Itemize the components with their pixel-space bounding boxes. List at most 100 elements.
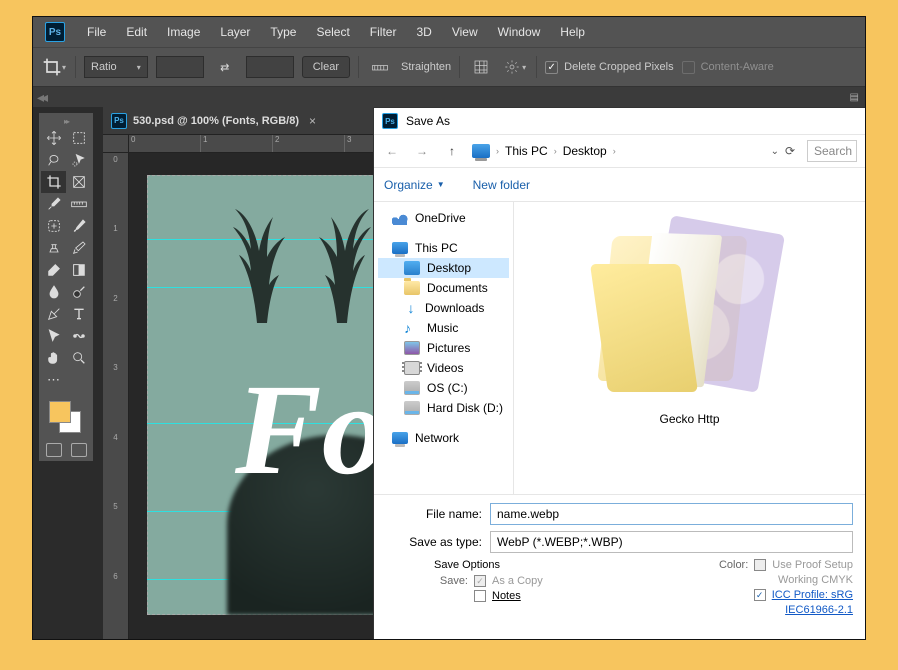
as-copy-label: As a Copy — [492, 575, 543, 587]
eraser-tool[interactable] — [41, 259, 66, 281]
pen-tool[interactable] — [41, 303, 66, 325]
menu-help[interactable]: Help — [550, 17, 595, 47]
clear-button[interactable]: Clear — [302, 56, 350, 78]
rect-marquee-tool[interactable] — [66, 127, 91, 149]
content-aware-label: Content-Aware — [701, 61, 774, 73]
organize-menu[interactable]: Organize ▼ — [384, 178, 445, 192]
pc-icon — [392, 242, 408, 254]
move-tool[interactable] — [41, 127, 66, 149]
filename-input[interactable]: name.webp — [490, 503, 853, 525]
tree-pictures[interactable]: Pictures — [378, 338, 509, 358]
crop-height-input[interactable] — [246, 56, 294, 78]
artwork-text: Fo — [235, 365, 387, 495]
proof-label: Use Proof Setup — [772, 559, 853, 571]
menu-file[interactable]: File — [77, 17, 116, 47]
ratio-dropdown[interactable]: Ratio▾ — [84, 56, 148, 78]
dialog-body: OneDrive This PC Desktop Documents ↓Down… — [374, 202, 865, 494]
crop-tool-preset-icon[interactable]: ▾ — [41, 54, 67, 80]
tree-downloads[interactable]: ↓Downloads — [378, 298, 509, 318]
healing-brush-tool[interactable] — [41, 215, 66, 237]
history-brush-tool[interactable] — [66, 237, 91, 259]
crop-width-input[interactable] — [156, 56, 204, 78]
close-tab-icon[interactable]: × — [309, 114, 316, 128]
foreground-color[interactable] — [49, 401, 71, 423]
hand-tool[interactable] — [41, 347, 66, 369]
overlay-options-icon[interactable] — [468, 54, 494, 80]
breadcrumb[interactable]: › This PC › Desktop › — [472, 144, 761, 158]
folder-contents[interactable]: Gecko Http — [514, 202, 865, 494]
brush-tool[interactable] — [66, 215, 91, 237]
menu-type[interactable]: Type — [260, 17, 306, 47]
lasso-tool[interactable] — [41, 149, 66, 171]
delete-cropped-checkbox[interactable]: ✓Delete Cropped Pixels — [545, 61, 673, 74]
menu-filter[interactable]: Filter — [360, 17, 407, 47]
chevron-down-icon: ▼ — [437, 180, 445, 189]
folder-item[interactable] — [595, 216, 785, 406]
tree-osc[interactable]: OS (C:) — [378, 378, 509, 398]
icc-profile-link[interactable]: ICC Profile: sRG — [772, 589, 853, 601]
toolbox-grip-icon[interactable]: ▸▸ — [41, 117, 91, 127]
menu-layer[interactable]: Layer — [210, 17, 260, 47]
ruler-vertical[interactable]: 0 1 2 3 4 5 6 — [103, 153, 129, 639]
color-swatches[interactable] — [41, 399, 91, 439]
crumb-dropdown-icon[interactable]: ⌄ — [771, 146, 779, 157]
icc-checkbox[interactable]: ✓ — [754, 589, 766, 601]
tree-desktop[interactable]: Desktop — [378, 258, 509, 278]
ruler-tick: 2 — [113, 292, 117, 361]
notes-checkbox[interactable] — [474, 590, 486, 602]
shape-tool[interactable] — [66, 325, 91, 347]
ruler-tool[interactable] — [66, 193, 91, 215]
quickmask-icon[interactable] — [46, 443, 62, 457]
quick-select-tool[interactable] — [66, 149, 91, 171]
blur-tool[interactable] — [41, 281, 66, 303]
tree-documents[interactable]: Documents — [378, 278, 509, 298]
panel-handle-icon[interactable]: ◂◂ — [37, 89, 45, 106]
gradient-tool[interactable] — [66, 259, 91, 281]
dialog-titlebar[interactable]: Ps Save As — [374, 108, 865, 134]
menu-3d[interactable]: 3D — [406, 17, 441, 47]
dodge-tool[interactable] — [66, 281, 91, 303]
menu-image[interactable]: Image — [157, 17, 210, 47]
eyedropper-tool[interactable] — [41, 193, 66, 215]
tree-label: Documents — [427, 281, 488, 295]
tree-label: Desktop — [427, 261, 471, 275]
zoom-tool[interactable] — [66, 347, 91, 369]
screenmode-icon[interactable] — [71, 443, 87, 457]
crop-tool[interactable] — [41, 171, 66, 193]
ruler-origin[interactable] — [103, 135, 129, 153]
tree-onedrive[interactable]: OneDrive — [378, 208, 509, 228]
tree-network[interactable]: Network — [378, 428, 509, 448]
tree-hdd[interactable]: Hard Disk (D:) — [378, 398, 509, 418]
type-label: Save as type: — [386, 535, 482, 549]
nav-up-icon[interactable]: ↑ — [442, 144, 462, 158]
frame-tool[interactable] — [66, 171, 91, 193]
canvas[interactable]: Fo — [147, 175, 407, 615]
straighten-label: Straighten — [401, 61, 451, 73]
swap-dimensions-icon[interactable]: ⇄ — [212, 54, 238, 80]
crumb-thispc[interactable]: This PC — [505, 144, 548, 158]
type-dropdown[interactable]: WebP (*.WEBP;*.WBP) — [490, 531, 853, 553]
tree-videos[interactable]: Videos — [378, 358, 509, 378]
crumb-desktop[interactable]: Desktop — [563, 144, 607, 158]
tree-thispc[interactable]: This PC — [378, 238, 509, 258]
content-aware-checkbox[interactable]: Content-Aware — [682, 61, 774, 74]
menu-edit[interactable]: Edit — [116, 17, 157, 47]
new-folder-button[interactable]: New folder — [473, 178, 530, 192]
menu-window[interactable]: Window — [488, 17, 551, 47]
edit-toolbar[interactable]: ⋯ — [41, 369, 66, 391]
search-input[interactable]: Search — [807, 140, 857, 162]
refresh-icon[interactable]: ⟳ — [785, 144, 801, 158]
straighten-icon[interactable] — [367, 54, 393, 80]
as-copy-checkbox: ✓ — [474, 575, 486, 587]
clone-stamp-tool[interactable] — [41, 237, 66, 259]
type-tool[interactable] — [66, 303, 91, 325]
nav-back-icon[interactable]: ← — [382, 144, 402, 158]
doc-arrange-icon[interactable]: ▤ — [850, 92, 859, 103]
tree-music[interactable]: ♪Music — [378, 318, 509, 338]
tree-label: Downloads — [425, 301, 484, 315]
nav-tree[interactable]: OneDrive This PC Desktop Documents ↓Down… — [374, 202, 514, 494]
menu-select[interactable]: Select — [306, 17, 359, 47]
path-select-tool[interactable] — [41, 325, 66, 347]
crop-options-gear-icon[interactable]: ▾ — [502, 54, 528, 80]
menu-view[interactable]: View — [442, 17, 488, 47]
